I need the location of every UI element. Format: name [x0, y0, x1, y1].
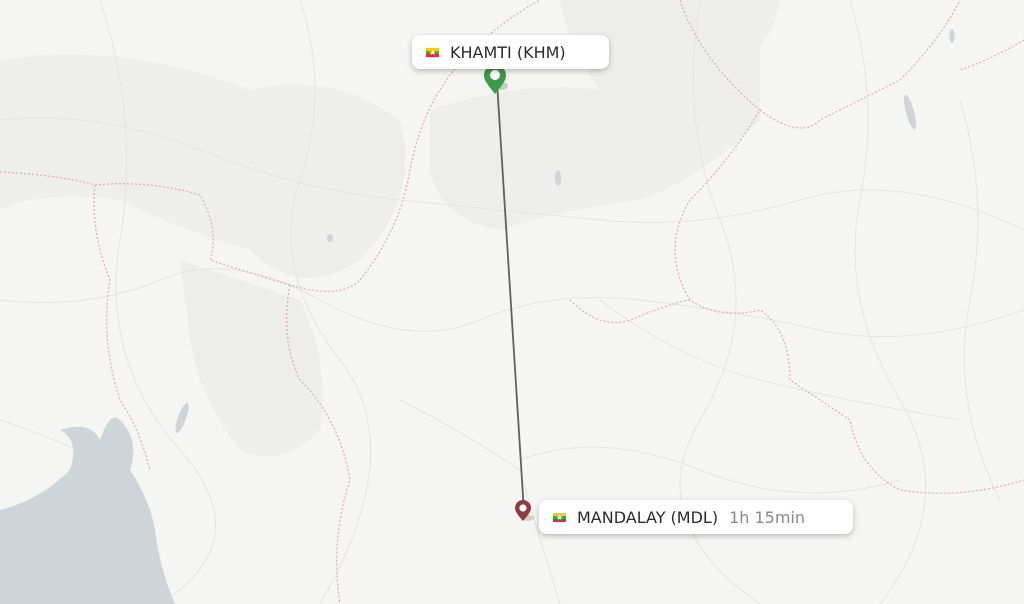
- origin-airport-name: KHAMTI (KHM): [450, 42, 566, 62]
- flight-route-map[interactable]: ★ KHAMTI (KHM) ★ MANDALAY (MDL) 1h 15min: [0, 0, 1024, 604]
- map-base: [0, 0, 1024, 604]
- destination-map-pin-icon[interactable]: [513, 500, 539, 524]
- terrain-shading: [0, 0, 780, 457]
- myanmar-flag-icon: ★: [426, 47, 439, 57]
- destination-airport-name: MANDALAY (MDL): [577, 507, 719, 527]
- destination-airport-label[interactable]: ★ MANDALAY (MDL) 1h 15min: [539, 500, 853, 534]
- flight-duration: 1h 15min: [729, 507, 806, 527]
- myanmar-flag-icon: ★: [553, 512, 566, 522]
- origin-airport-label[interactable]: ★ KHAMTI (KHM): [412, 35, 609, 69]
